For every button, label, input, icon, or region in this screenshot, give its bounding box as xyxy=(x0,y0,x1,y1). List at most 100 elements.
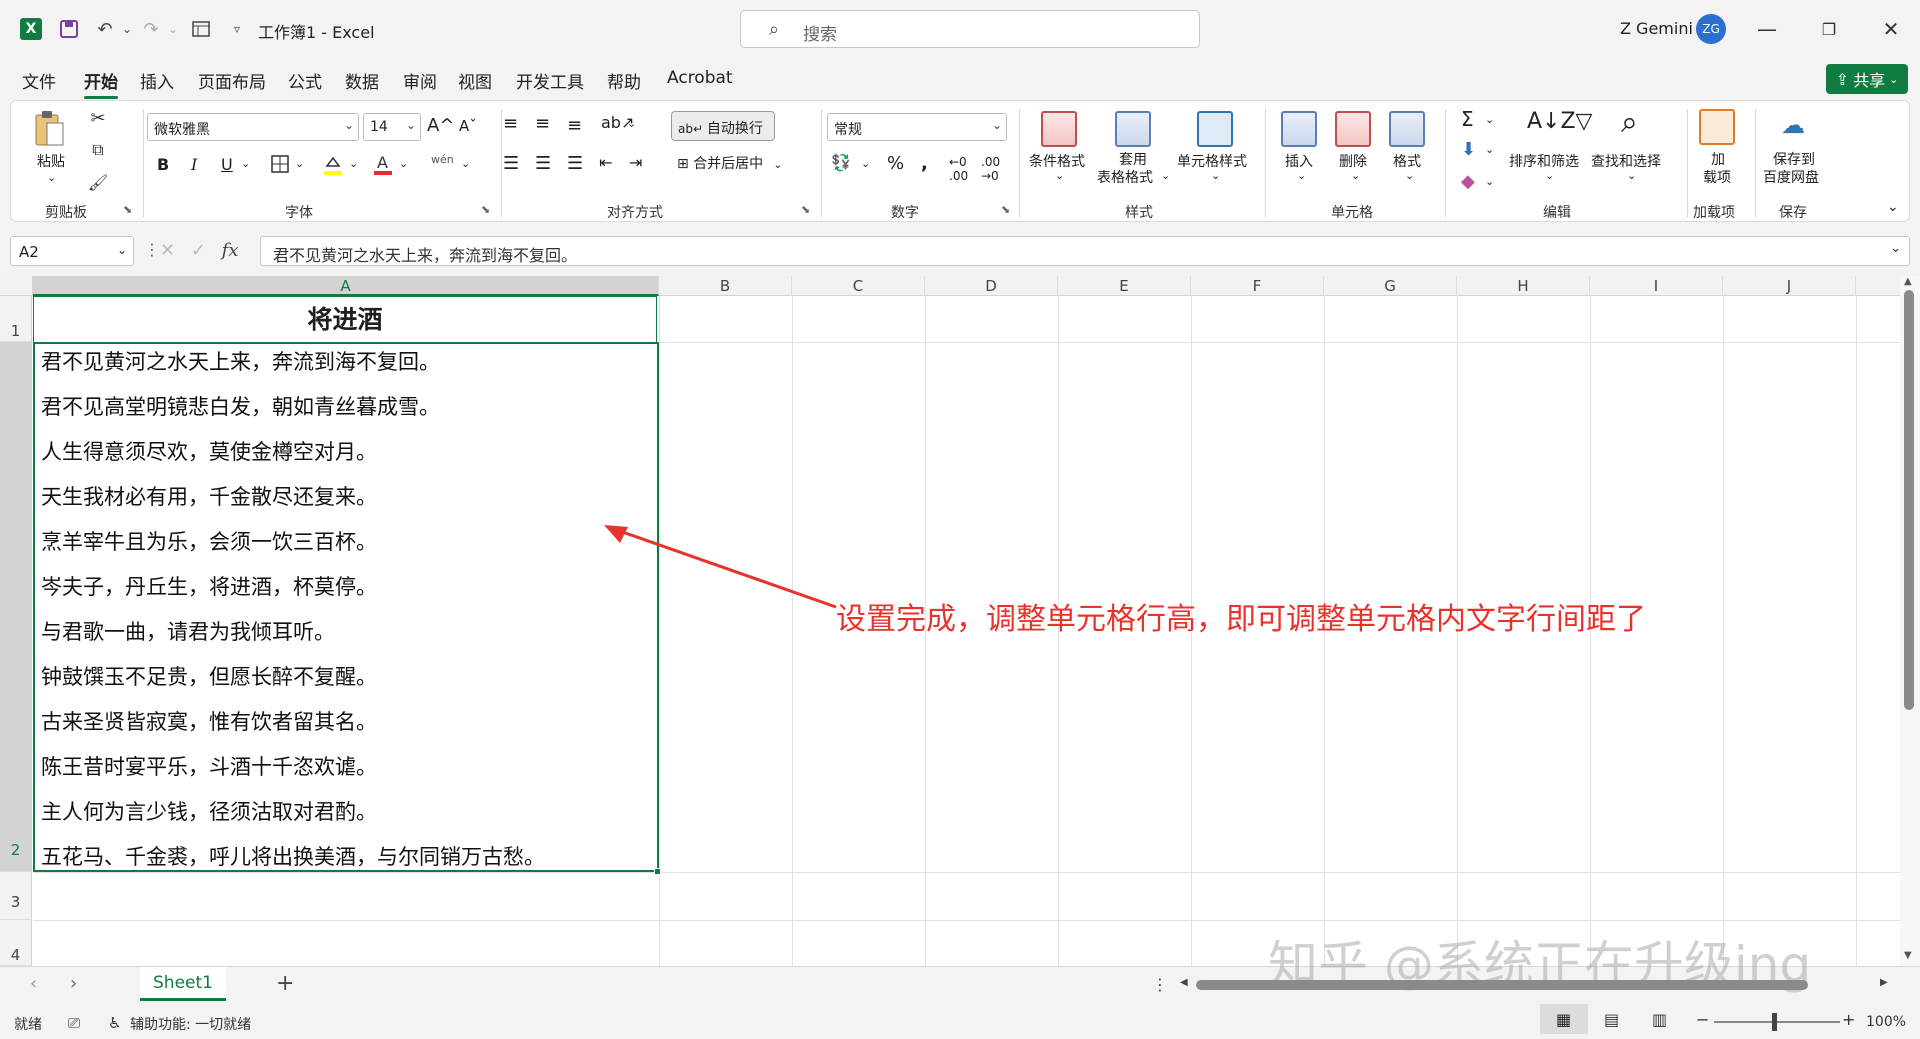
chevron-down-icon[interactable]: ⌄ xyxy=(1485,175,1494,188)
table-format-label-1[interactable]: 套用 xyxy=(1119,149,1147,169)
chevron-down-icon[interactable]: ⌄ xyxy=(1485,143,1494,156)
tab-data[interactable]: 数据 xyxy=(345,68,379,93)
chevron-down-icon[interactable]: ⌄ xyxy=(1161,169,1170,182)
grow-font-icon[interactable]: A^ xyxy=(427,115,454,136)
fill-color-icon[interactable] xyxy=(321,153,345,177)
chevron-down-icon[interactable]: ⌄ xyxy=(1545,169,1554,182)
paste-icon[interactable] xyxy=(33,109,65,149)
add-sheet-button[interactable]: + xyxy=(276,971,294,996)
chevron-down-icon[interactable]: ⌄ xyxy=(1211,169,1220,182)
dialog-launcher-icon[interactable]: ⬊ xyxy=(801,203,810,216)
chevron-down-icon[interactable]: ⌄ xyxy=(1297,169,1306,182)
comma-style-icon[interactable]: , xyxy=(921,153,928,174)
chevron-down-icon[interactable]: ⌄ xyxy=(1627,169,1636,182)
redo-dropdown-icon[interactable]: ⌄ xyxy=(162,18,184,40)
zoom-slider[interactable] xyxy=(1714,1021,1840,1023)
column-header-j[interactable]: J xyxy=(1723,276,1856,296)
delete-cells-button[interactable]: 删除 xyxy=(1339,151,1367,171)
underline-dropdown-icon[interactable]: ⌄ xyxy=(241,157,250,170)
scroll-left-icon[interactable]: ◀ xyxy=(1180,977,1188,988)
font-size-select[interactable]: 14 ⌄ xyxy=(363,113,421,141)
wrap-text-button[interactable]: ab↵ 自动换行 xyxy=(671,111,775,141)
baidu-cloud-icon[interactable]: ☁ xyxy=(1781,111,1805,139)
clear-icon[interactable]: ◆ xyxy=(1461,171,1475,192)
page-break-view-icon[interactable]: ▥ xyxy=(1652,1010,1667,1029)
zoom-in-icon[interactable]: + xyxy=(1842,1010,1855,1029)
underline-button[interactable]: U xyxy=(221,155,233,174)
select-all-button[interactable] xyxy=(0,276,33,296)
avatar[interactable]: ZG xyxy=(1696,14,1726,44)
align-right-icon[interactable]: ☰ xyxy=(567,153,583,174)
fill-color-dropdown-icon[interactable]: ⌄ xyxy=(349,157,358,170)
column-header-e[interactable]: E xyxy=(1058,276,1191,296)
accounting-dropdown-icon[interactable]: ⌄ xyxy=(861,157,870,170)
customize-qat-icon[interactable]: ▿ xyxy=(226,18,248,40)
addins-label-2[interactable]: 载项 xyxy=(1703,167,1731,187)
insert-cells-button[interactable]: 插入 xyxy=(1285,151,1313,171)
column-header-d[interactable]: D xyxy=(925,276,1058,296)
normal-view-button[interactable]: ▦ xyxy=(1540,1004,1588,1034)
align-center-icon[interactable]: ☰ xyxy=(535,153,551,174)
scroll-up-icon[interactable]: ▲ xyxy=(1904,276,1912,287)
tab-help[interactable]: 帮助 xyxy=(607,68,641,93)
font-color-icon[interactable]: A xyxy=(371,151,395,177)
row-header-3[interactable]: 3 xyxy=(0,872,32,920)
more-options-icon[interactable]: ⋮ xyxy=(1152,975,1168,994)
orientation-dropdown-icon[interactable]: ⌄ xyxy=(627,117,636,130)
insert-function-button[interactable]: fx xyxy=(222,240,239,261)
increase-decimal-icon[interactable]: ←0.00 xyxy=(949,155,968,183)
table-format-icon[interactable] xyxy=(1115,111,1151,147)
collapse-ribbon-icon[interactable]: ⌄ xyxy=(1887,199,1899,215)
chevron-down-icon[interactable]: ⌄ xyxy=(1405,169,1414,182)
dialog-launcher-icon[interactable]: ⬊ xyxy=(123,203,132,216)
shrink-font-icon[interactable]: Aˇ xyxy=(459,117,477,135)
sheet-tab-sheet1[interactable]: Sheet1 xyxy=(140,967,226,1001)
row-header-4[interactable]: 4 xyxy=(0,920,32,966)
macro-record-icon[interactable]: ⎚ xyxy=(68,1014,80,1032)
tab-file[interactable]: 文件 xyxy=(22,68,56,93)
undo-icon[interactable]: ↶ xyxy=(94,18,116,40)
row-header-2[interactable]: 2 xyxy=(0,342,32,872)
format-cells-button[interactable]: 格式 xyxy=(1393,151,1421,171)
addins-icon[interactable] xyxy=(1699,109,1735,145)
tab-insert[interactable]: 插入 xyxy=(140,68,174,93)
save-to-label-1[interactable]: 保存到 xyxy=(1773,149,1815,169)
dialog-launcher-icon[interactable]: ⬊ xyxy=(481,203,490,216)
expand-formula-icon[interactable]: ⌄ xyxy=(1890,241,1901,256)
decrease-indent-icon[interactable]: ⇤ xyxy=(599,153,612,172)
row-header-1[interactable]: 1 xyxy=(0,296,32,342)
column-header-i[interactable]: I xyxy=(1590,276,1723,296)
phonetic-dropdown-icon[interactable]: ⌄ xyxy=(461,157,470,170)
format-painter-icon[interactable]: 🖌 xyxy=(87,171,109,193)
sort-filter-button[interactable]: 排序和筛选 xyxy=(1509,151,1579,171)
tab-review[interactable]: 审阅 xyxy=(403,68,437,93)
table-format-label-2[interactable]: 表格格式 xyxy=(1097,167,1153,187)
scroll-down-icon[interactable]: ▼ xyxy=(1904,950,1912,961)
conditional-format-icon[interactable] xyxy=(1041,111,1077,147)
cell-a1[interactable]: 将进酒 xyxy=(33,296,657,342)
paste-dropdown-icon[interactable]: ⌄ xyxy=(47,171,56,184)
tab-developer[interactable]: 开发工具 xyxy=(516,68,584,93)
zoom-slider-thumb[interactable] xyxy=(1772,1013,1777,1031)
column-header-a[interactable]: A xyxy=(33,276,659,296)
cell-styles-icon[interactable] xyxy=(1197,111,1233,147)
align-left-icon[interactable]: ☰ xyxy=(503,153,519,174)
page-layout-view-icon[interactable]: ▤ xyxy=(1604,1010,1619,1029)
accessibility-icon[interactable]: ♿ xyxy=(108,1014,121,1032)
merge-center-button[interactable]: ⊞ 合并后居中 ⌄ xyxy=(677,153,782,173)
tab-page-layout[interactable]: 页面布局 xyxy=(198,68,266,93)
align-top-icon[interactable]: ≡ xyxy=(503,113,518,134)
prev-sheet-icon[interactable]: ‹ xyxy=(30,973,37,994)
sort-filter-icon[interactable]: A↓Z▽ xyxy=(1527,109,1592,134)
font-name-select[interactable]: 微软雅黑 ⌄ xyxy=(147,113,359,141)
borders-icon[interactable] xyxy=(269,153,291,175)
conditional-format-button[interactable]: 条件格式 xyxy=(1029,151,1085,171)
search-input[interactable]: ⌕ 搜索 xyxy=(740,10,1200,48)
number-format-select[interactable]: 常规 ⌄ xyxy=(827,113,1007,141)
format-cells-icon[interactable] xyxy=(1389,111,1425,147)
align-middle-icon[interactable]: ≡ xyxy=(535,113,550,134)
increase-indent-icon[interactable]: ⇥ xyxy=(629,153,642,172)
accessibility-status[interactable]: 辅助功能: 一切就绪 xyxy=(130,1014,251,1034)
insert-cells-icon[interactable] xyxy=(1281,111,1317,147)
italic-button[interactable]: I xyxy=(191,155,197,174)
